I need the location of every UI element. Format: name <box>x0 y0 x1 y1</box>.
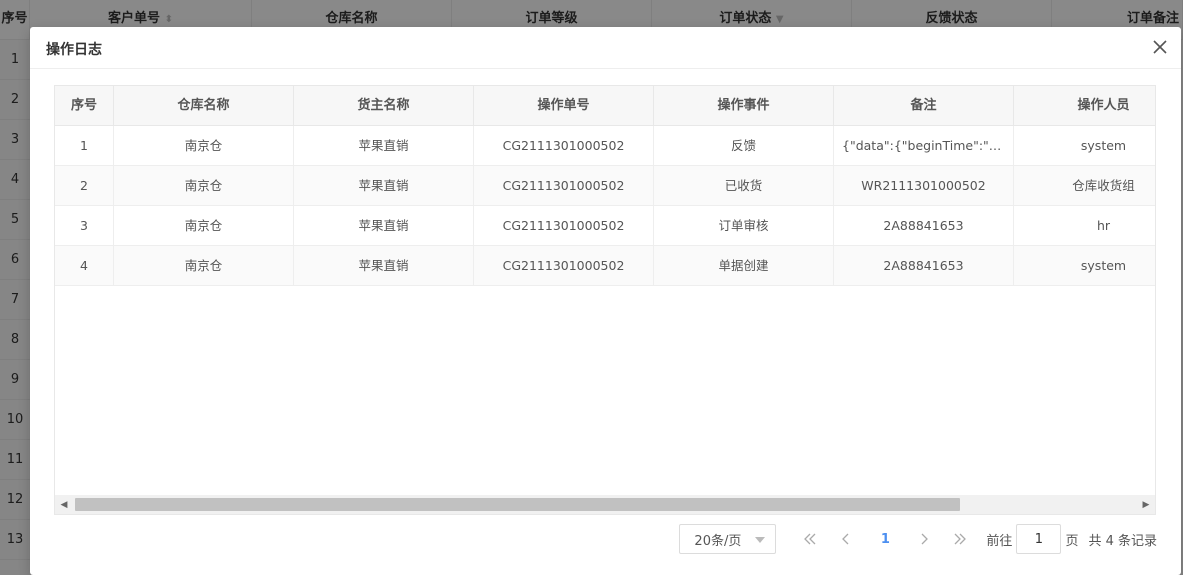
cell-index: 2 <box>55 166 114 205</box>
total-records: 共 4 条记录 <box>1088 533 1157 549</box>
cell-owner: 苹果直销 <box>294 246 474 285</box>
page-size-value: 20条/页 <box>694 533 742 549</box>
column-header-owner: 货主名称 <box>294 86 474 125</box>
last-page-icon[interactable] <box>947 524 973 554</box>
horizontal-scrollbar[interactable]: ◀ ▶ <box>54 495 1156 515</box>
table-row[interactable]: 4 南京仓 苹果直销 CG2111301000502 单据创建 2A88841653 sys… <box>55 246 1155 286</box>
cell-warehouse: 南京仓 <box>114 246 294 285</box>
cell-owner: 苹果直销 <box>294 166 474 205</box>
cell-index: 4 <box>55 246 114 285</box>
cell-index: 1 <box>55 126 114 165</box>
operation-log-table: 序号 仓库名称 货主名称 操作单号 操作事件 备注 操作人员 1 南京仓 苹果直销 C… <box>54 85 1156 515</box>
cell-index: 3 <box>55 206 114 245</box>
next-page-icon[interactable] <box>911 524 937 554</box>
cell-owner: 苹果直销 <box>294 126 474 165</box>
cell-event: 单据创建 <box>654 246 834 285</box>
goto-suffix: 页 <box>1065 533 1079 549</box>
column-header-operation-no: 操作单号 <box>474 86 654 125</box>
goto-prefix: 前往 <box>986 533 1013 549</box>
scroll-left-arrow-icon[interactable]: ◀ <box>55 495 73 514</box>
cell-event: 已收货 <box>654 166 834 205</box>
table-header: 序号 仓库名称 货主名称 操作单号 操作事件 备注 操作人员 <box>55 86 1155 126</box>
table-row[interactable]: 3 南京仓 苹果直销 CG2111301000502 订单审核 2A88841653 hr <box>55 206 1155 246</box>
column-header-operator: 操作人员 <box>1014 86 1155 125</box>
close-icon[interactable] <box>1151 38 1169 56</box>
pagination: 20条/页 1 前往 页 共 4 条记录 <box>679 524 1157 554</box>
cell-remark: {"data":{"beginTime":"2021-11-30"}} <box>834 126 1014 165</box>
page-size-select[interactable]: 20条/页 <box>679 524 777 554</box>
cell-warehouse: 南京仓 <box>114 126 294 165</box>
column-header-index: 序号 <box>55 86 114 125</box>
cell-operation-no: CG2111301000502 <box>474 246 654 285</box>
dialog-header: 操作日志 <box>30 27 1181 69</box>
cell-event: 订单审核 <box>654 206 834 245</box>
dialog-title: 操作日志 <box>46 42 102 58</box>
first-page-icon[interactable] <box>797 524 823 554</box>
column-header-warehouse: 仓库名称 <box>114 86 294 125</box>
cell-operator: system <box>1014 126 1155 165</box>
column-header-remark: 备注 <box>834 86 1014 125</box>
goto-page-input[interactable] <box>1016 524 1062 554</box>
cell-operator: 仓库收货组 <box>1014 166 1155 205</box>
cell-operator: hr <box>1014 206 1155 245</box>
prev-page-icon[interactable] <box>833 524 859 554</box>
scroll-right-arrow-icon[interactable]: ▶ <box>1137 495 1155 514</box>
caret-down-icon <box>755 537 766 543</box>
cell-warehouse: 南京仓 <box>114 166 294 205</box>
operation-log-dialog: 操作日志 序号 仓库名称 货主名称 操作单号 操作事件 备注 操作人员 1 南京仓… <box>30 27 1181 575</box>
cell-warehouse: 南京仓 <box>114 206 294 245</box>
page-number-current[interactable]: 1 <box>870 524 900 554</box>
table-row[interactable]: 1 南京仓 苹果直销 CG2111301000502 反馈 {"data":{"begin… <box>55 126 1155 166</box>
cell-remark: WR2111301000502 <box>834 166 1014 205</box>
cell-remark: 2A88841653 <box>834 206 1014 245</box>
cell-operation-no: CG2111301000502 <box>474 206 654 245</box>
cell-owner: 苹果直销 <box>294 206 474 245</box>
cell-event: 反馈 <box>654 126 834 165</box>
column-header-event: 操作事件 <box>654 86 834 125</box>
cell-operation-no: CG2111301000502 <box>474 126 654 165</box>
table-row[interactable]: 2 南京仓 苹果直销 CG2111301000502 已收货 WR211130100050… <box>55 166 1155 206</box>
cell-operation-no: CG2111301000502 <box>474 166 654 205</box>
cell-operator: system <box>1014 246 1155 285</box>
scrollbar-thumb[interactable] <box>75 498 960 511</box>
table-body: 1 南京仓 苹果直销 CG2111301000502 反馈 {"data":{"begin… <box>55 126 1155 286</box>
cell-remark: 2A88841653 <box>834 246 1014 285</box>
